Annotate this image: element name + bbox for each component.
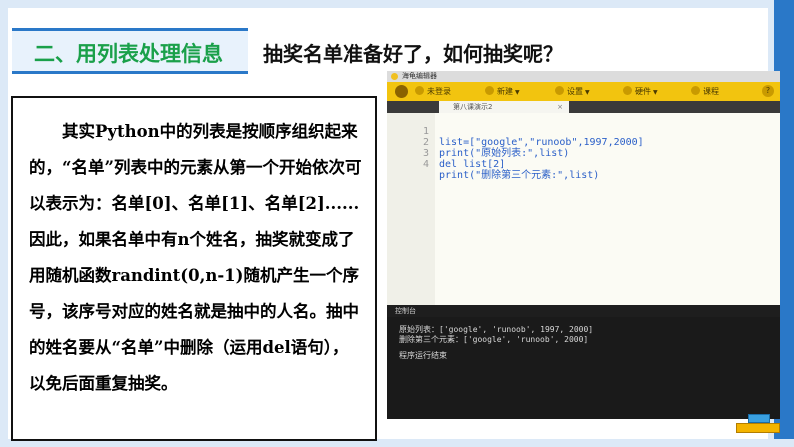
tab-label: 第八课演示2 bbox=[453, 103, 493, 111]
code-text: print("删除第三个元素:",list) bbox=[439, 170, 600, 181]
explanation-box: 其实Python中的列表是按顺序组织起来的，“名单”列表中的元素从第一个开始依次… bbox=[11, 96, 377, 441]
ide-app-title: 海龟编辑器 bbox=[402, 72, 437, 80]
book-icon bbox=[691, 86, 700, 95]
ruler-decoration-icon bbox=[736, 423, 780, 433]
new-label: 新建 bbox=[497, 87, 513, 96]
help-icon[interactable]: ? bbox=[762, 85, 774, 97]
gear-icon bbox=[555, 86, 564, 95]
login-button[interactable]: 未登录 bbox=[415, 85, 451, 98]
course-label: 课程 bbox=[703, 87, 719, 96]
ide-toolbar: 未登录 新建 ▼ 设置 ▼ 硬件 ▼ 课程 ? bbox=[387, 82, 780, 101]
login-label: 未登录 bbox=[427, 87, 451, 96]
code-text: del list[2] bbox=[439, 159, 506, 170]
code-editor[interactable]: 1 list=["google","runoob",1997,2000] 2 p… bbox=[387, 113, 780, 305]
code-line[interactable]: 2 print("原始列表:",list) bbox=[387, 126, 569, 159]
ide-window: 海龟编辑器 未登录 新建 ▼ 设置 ▼ 硬件 ▼ 课程 ? 第八课演示2 × 1 li… bbox=[387, 71, 780, 419]
code-text: list=["google","runoob",1997,2000] bbox=[439, 137, 644, 148]
chip-icon bbox=[623, 86, 632, 95]
console-output: 原始列表：['google', 'runoob', 1997, 2000] 删除… bbox=[387, 317, 780, 419]
line-number: 4 bbox=[422, 159, 429, 170]
explanation-text: 其实Python中的列表是按顺序组织起来的，“名单”列表中的元素从第一个开始依次… bbox=[29, 122, 362, 393]
section-heading: 二、用列表处理信息 bbox=[12, 28, 248, 74]
settings-button[interactable]: 设置 ▼ bbox=[555, 85, 590, 99]
course-button[interactable]: 课程 bbox=[691, 85, 719, 98]
code-line[interactable]: 1 list=["google","runoob",1997,2000] bbox=[387, 115, 644, 148]
slide-frame-top bbox=[0, 0, 794, 8]
section-heading-text: 二、用列表处理信息 bbox=[34, 42, 223, 66]
console-line: 原始列表：['google', 'runoob', 1997, 2000] bbox=[399, 325, 594, 334]
book-decoration-icon bbox=[748, 414, 770, 423]
hardware-label: 硬件 bbox=[635, 87, 651, 96]
settings-label: 设置 bbox=[567, 87, 583, 96]
user-icon bbox=[415, 86, 424, 95]
code-line[interactable]: 4 print("删除第三个元素:",list) bbox=[387, 148, 599, 181]
hardware-button[interactable]: 硬件 ▼ bbox=[623, 85, 658, 99]
chevron-down-icon: ▼ bbox=[653, 89, 658, 96]
console-line: 删除第三个元素：['google', 'runoob', 2000] bbox=[399, 335, 589, 344]
file-icon bbox=[485, 86, 494, 95]
close-icon[interactable]: × bbox=[557, 101, 563, 113]
console-status: 程序运行结束 bbox=[399, 351, 447, 360]
tab-demo[interactable]: 第八课演示2 × bbox=[439, 101, 569, 113]
code-text: print("原始列表:",list) bbox=[439, 148, 570, 159]
turtle-logo-icon[interactable] bbox=[395, 85, 408, 98]
app-logo-icon bbox=[391, 73, 398, 80]
new-file-button[interactable]: 新建 ▼ bbox=[485, 85, 520, 99]
ide-titlebar: 海龟编辑器 bbox=[387, 71, 780, 82]
ide-tabbar: 第八课演示2 × bbox=[387, 101, 780, 113]
console-header: 控制台 bbox=[387, 305, 780, 317]
question-title: 抽奖名单准备好了，如何抽奖呢？ bbox=[263, 42, 563, 66]
slide-frame-left bbox=[0, 0, 8, 447]
code-line[interactable]: 3 del list[2] bbox=[387, 137, 505, 170]
chevron-down-icon: ▼ bbox=[585, 89, 590, 96]
chevron-down-icon: ▼ bbox=[515, 89, 520, 96]
